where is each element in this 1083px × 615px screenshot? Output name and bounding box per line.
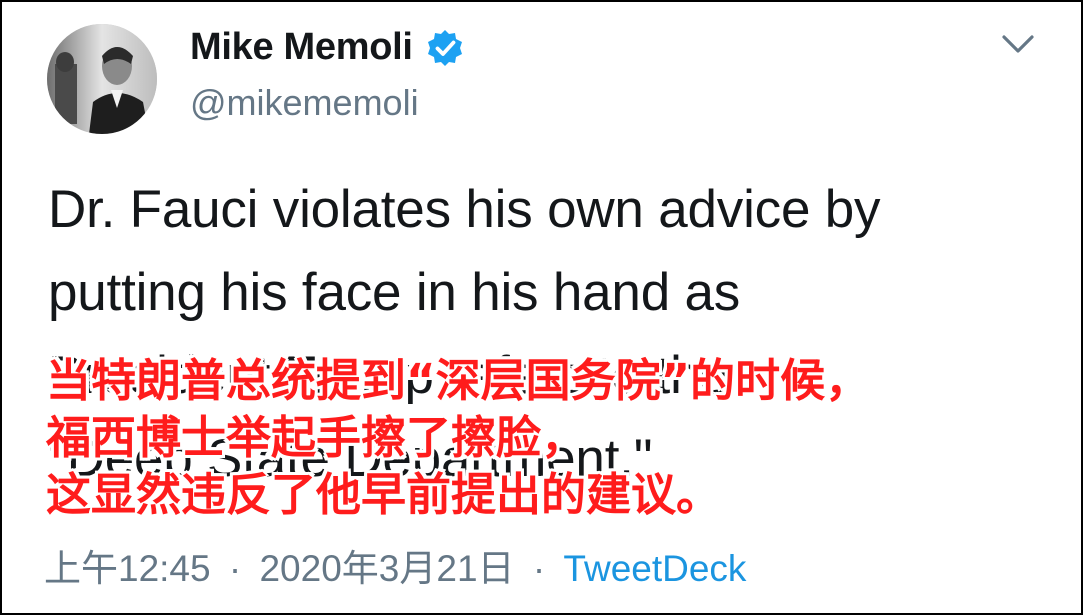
tweet-time[interactable]: 上午12:45: [44, 548, 211, 589]
author-handle[interactable]: @mikememoli: [190, 82, 419, 124]
author-display-name[interactable]: Mike Memoli: [190, 26, 413, 69]
author-name-row[interactable]: Mike Memoli: [190, 26, 465, 69]
translation-line: 这显然违反了他早前提出的建议。: [46, 468, 722, 521]
translation-line: 福西博士举起手擦了擦脸，: [46, 411, 587, 464]
verified-badge-icon: [427, 29, 462, 66]
tweet-card: Mike Memoli @mikememoli Dr. Fauci violat…: [0, 0, 1083, 615]
tweet-date[interactable]: 2020年3月21日: [259, 548, 514, 589]
meta-separator: ·: [532, 548, 546, 589]
meta-separator: ·: [228, 548, 242, 589]
tweet-meta: 上午12:45 · 2020年3月21日 · TweetDeck: [44, 538, 746, 592]
profile-photo: [47, 24, 157, 134]
chevron-down-icon[interactable]: [1000, 30, 1036, 58]
translation-line: 当特朗普总统提到“深层国务院”的时候，: [46, 354, 871, 407]
avatar[interactable]: [47, 24, 157, 134]
tweet-source-link[interactable]: TweetDeck: [563, 548, 746, 589]
translation-overlay: 当特朗普总统提到“深层国务院”的时候， 福西博士举起手擦了擦脸， 这显然违反了他…: [46, 352, 870, 523]
tweet-line: Dr. Fauci violates his own advice by: [48, 180, 881, 239]
tweet-line: putting his face in his hand as: [48, 263, 741, 322]
